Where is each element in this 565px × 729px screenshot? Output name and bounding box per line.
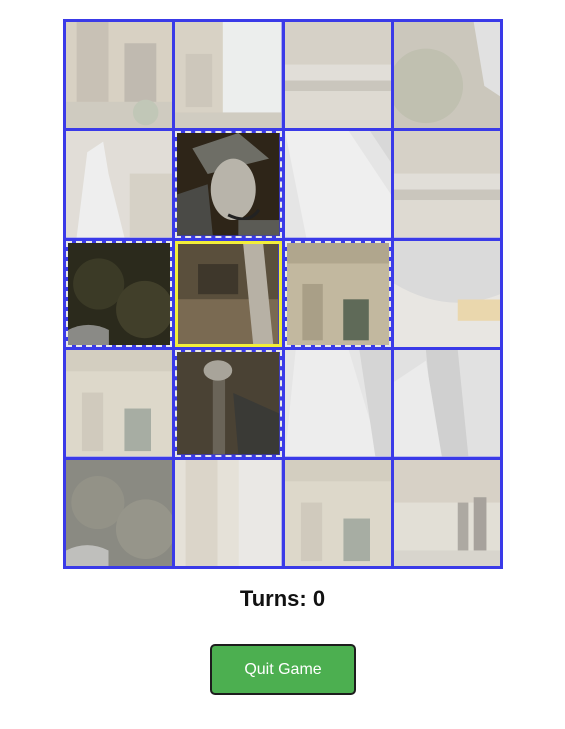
tile-overlay (393, 22, 500, 129)
tile-image (178, 243, 279, 345)
puzzle-tile[interactable] (393, 459, 500, 566)
puzzle-tile[interactable] (393, 350, 500, 457)
tile-overlay (393, 131, 500, 238)
puzzle-tile[interactable] (284, 350, 391, 457)
tile-overlay (66, 22, 173, 129)
tile-overlay (393, 350, 500, 457)
tile-overlay (284, 350, 391, 457)
puzzle-tile[interactable] (66, 22, 173, 129)
puzzle-tile[interactable] (175, 131, 282, 238)
memory-board (63, 19, 503, 569)
puzzle-tile[interactable] (284, 22, 391, 129)
tile-overlay (393, 240, 500, 348)
tile-image (177, 133, 280, 236)
tile-image (286, 242, 389, 346)
puzzle-tile[interactable] (284, 459, 391, 566)
puzzle-tile[interactable] (66, 459, 173, 566)
puzzle-tile[interactable] (175, 459, 282, 566)
tile-overlay (66, 131, 173, 238)
puzzle-tile[interactable] (393, 22, 500, 129)
tile-image (68, 242, 171, 346)
puzzle-tile[interactable] (175, 350, 282, 457)
turns-value: 0 (312, 586, 326, 611)
puzzle-tile[interactable] (66, 350, 173, 457)
tile-overlay (175, 459, 282, 566)
turns-counter: Turns: 0 (0, 586, 565, 612)
tile-overlay (66, 459, 173, 566)
tile-overlay (284, 131, 391, 238)
tile-overlay (66, 350, 173, 457)
puzzle-tile[interactable] (393, 240, 500, 348)
tile-overlay (175, 22, 282, 129)
puzzle-tile[interactable] (66, 240, 173, 348)
puzzle-tile[interactable] (66, 131, 173, 238)
tile-image (177, 352, 280, 455)
quit-game-button[interactable]: Quit Game (210, 644, 356, 695)
tile-overlay (393, 459, 500, 566)
puzzle-tile[interactable] (175, 22, 282, 129)
puzzle-tile[interactable] (393, 131, 500, 238)
puzzle-tile[interactable] (284, 240, 391, 348)
turns-label: Turns: (239, 586, 307, 611)
tile-overlay (284, 459, 391, 566)
puzzle-tile[interactable] (284, 131, 391, 238)
tile-overlay (284, 22, 391, 129)
puzzle-tile[interactable] (175, 240, 282, 348)
